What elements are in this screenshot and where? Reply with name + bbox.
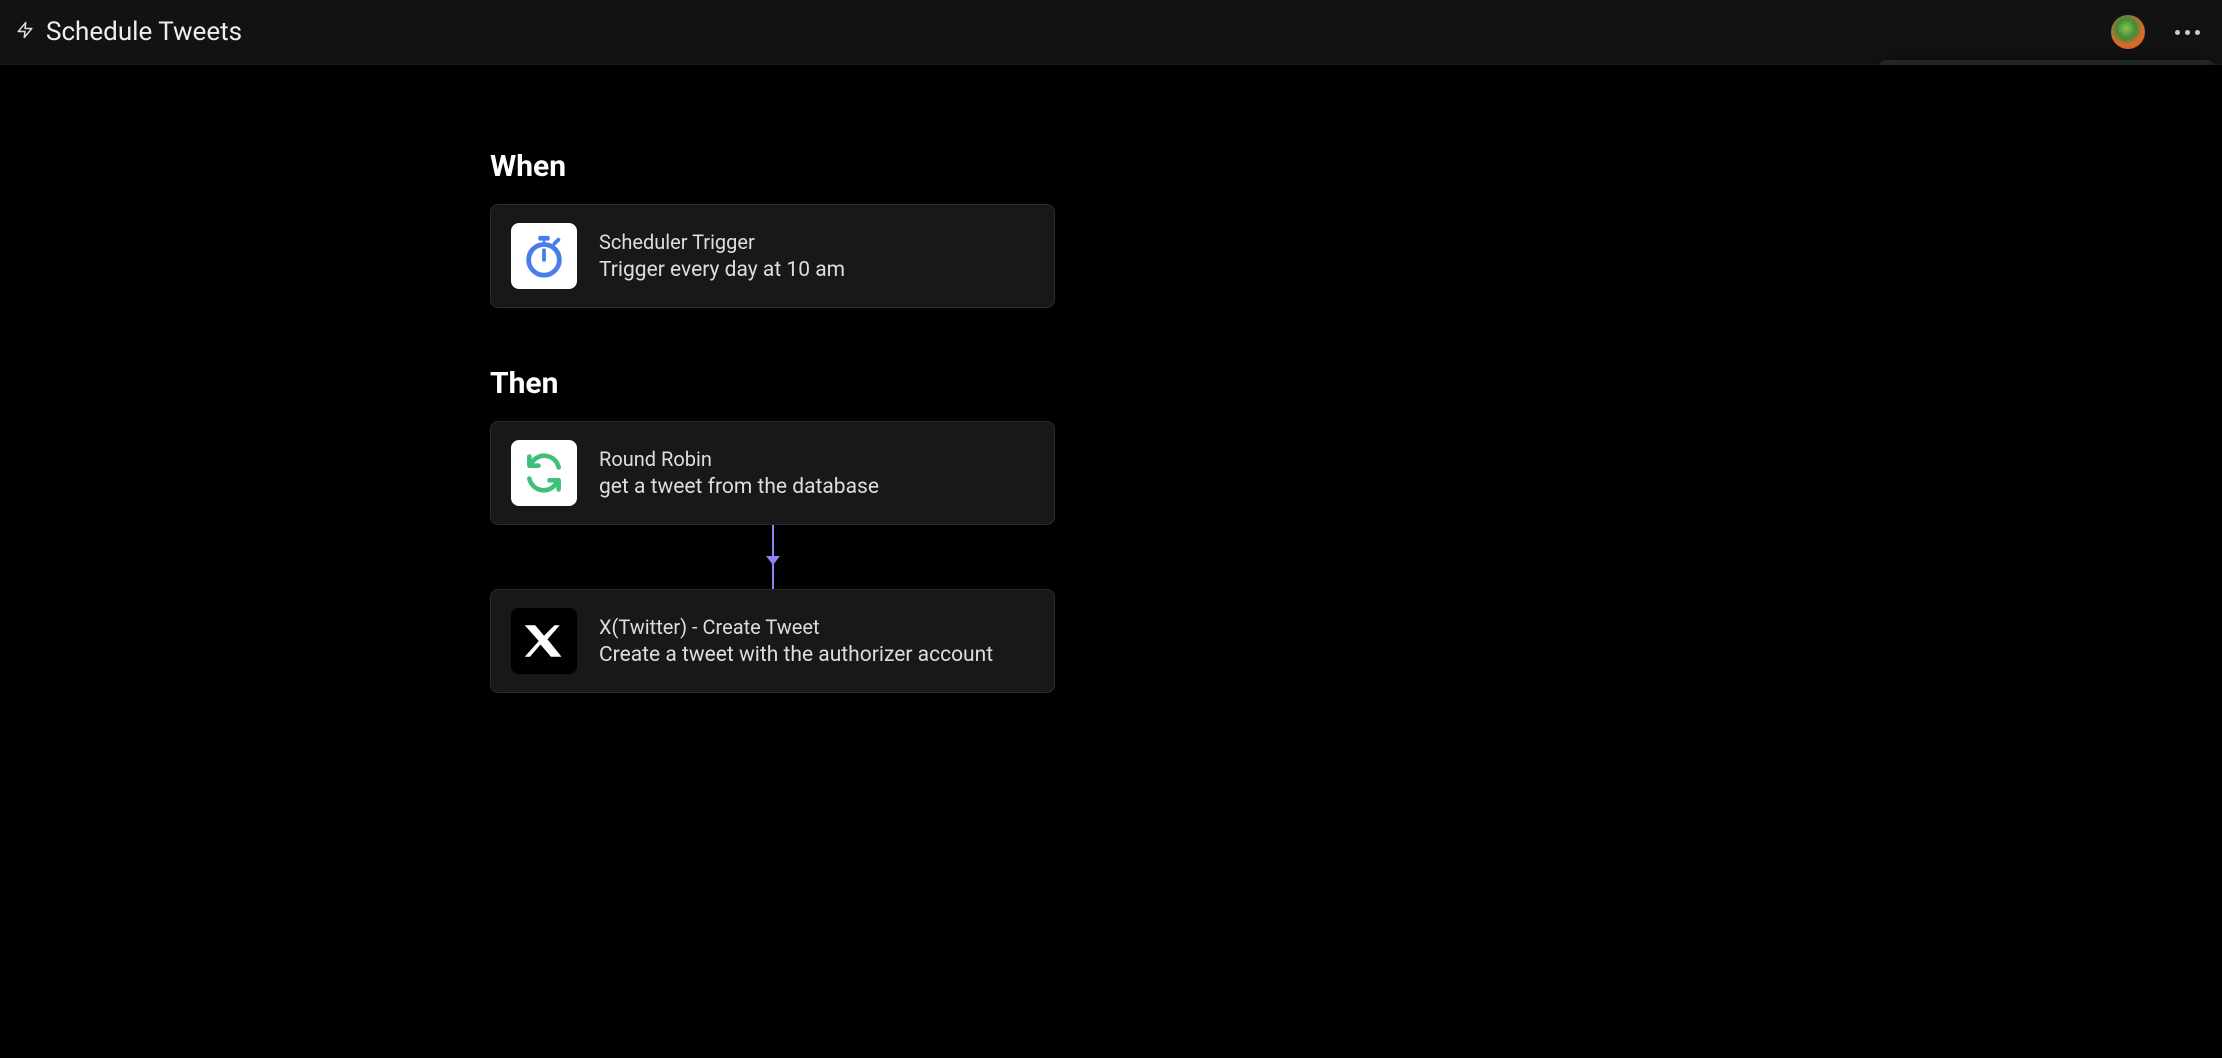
card-texts: X(Twitter) - Create Tweet Create a tweet… (599, 615, 993, 667)
card-description: get a tweet from the database (599, 475, 879, 499)
header-left: Schedule Tweets (16, 17, 242, 47)
header-right (2111, 15, 2206, 49)
card-title: X(Twitter) - Create Tweet (599, 615, 993, 639)
connector-arrow (772, 525, 774, 589)
app-header: Schedule Tweets Edit Run history (0, 0, 2222, 65)
card-description: Create a tweet with the authorizer accou… (599, 643, 993, 667)
workflow-column: When Scheduler Trigger Trigger every day… (490, 149, 1055, 693)
when-section-label: When (490, 149, 1055, 184)
avatar[interactable] (2111, 15, 2145, 49)
stopwatch-icon (511, 223, 577, 289)
trigger-card[interactable]: Scheduler Trigger Trigger every day at 1… (490, 204, 1055, 308)
step-card-round-robin[interactable]: Round Robin get a tweet from the databas… (490, 421, 1055, 525)
workflow-canvas[interactable]: When Scheduler Trigger Trigger every day… (0, 65, 2222, 1058)
card-texts: Scheduler Trigger Trigger every day at 1… (599, 230, 845, 282)
then-section-label: Then (490, 366, 1055, 401)
card-title: Scheduler Trigger (599, 230, 845, 254)
card-texts: Round Robin get a tweet from the databas… (599, 447, 879, 499)
step-card-x-tweet[interactable]: X(Twitter) - Create Tweet Create a tweet… (490, 589, 1055, 693)
x-twitter-icon (511, 608, 577, 674)
then-section: Then Round Robin get a tweet from the da… (490, 366, 1055, 693)
more-menu-button[interactable] (2169, 24, 2206, 41)
bolt-icon (16, 19, 34, 45)
refresh-icon (511, 440, 577, 506)
card-title: Round Robin (599, 447, 879, 471)
card-description: Trigger every day at 10 am (599, 258, 845, 282)
page-title: Schedule Tweets (46, 17, 242, 47)
